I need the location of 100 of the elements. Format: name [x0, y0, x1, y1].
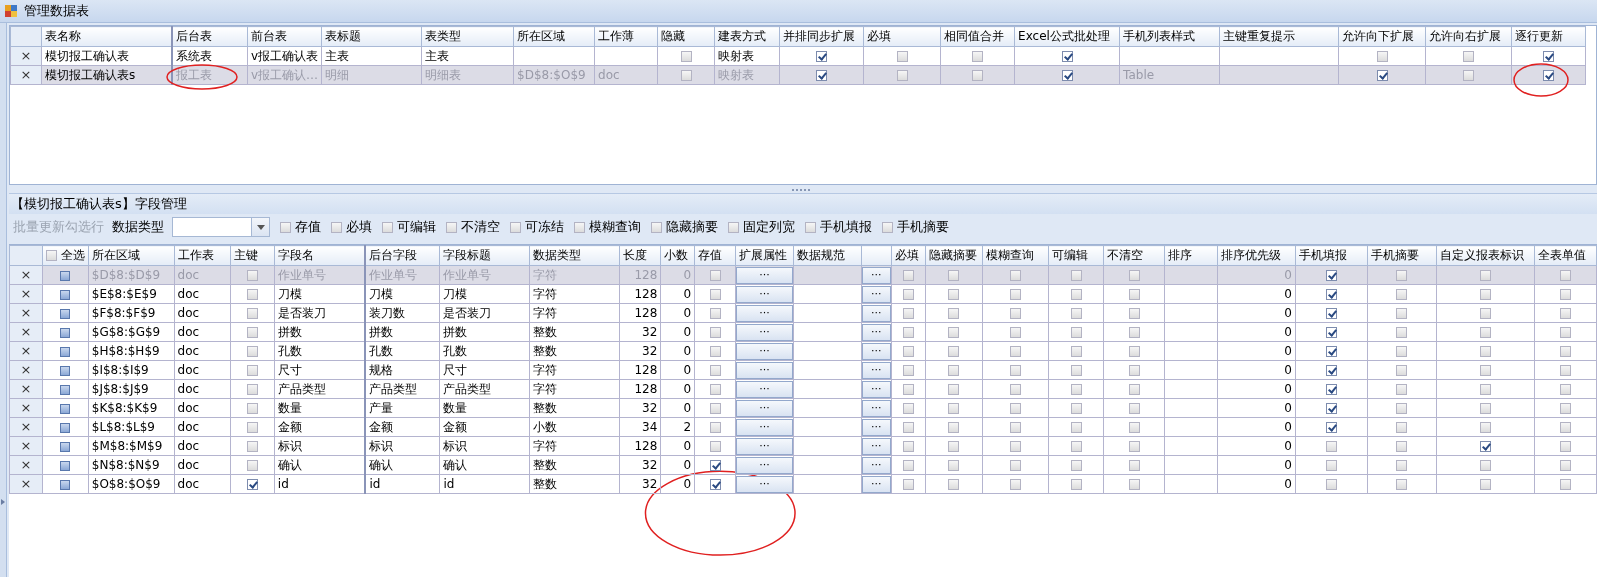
checkbox[interactable]: [1009, 422, 1021, 433]
checkbox[interactable]: [896, 51, 908, 62]
checkbox[interactable]: [1070, 403, 1082, 414]
checkbox[interactable]: [1396, 308, 1408, 319]
checkbox[interactable]: [1325, 327, 1337, 338]
checkbox[interactable]: [1396, 346, 1408, 357]
checkbox[interactable]: [247, 365, 258, 376]
checkbox[interactable]: [948, 346, 960, 357]
checkbox[interactable]: [709, 289, 721, 300]
checkbox[interactable]: [1009, 365, 1021, 376]
checkbox[interactable]: [903, 441, 915, 452]
checkbox[interactable]: [1396, 460, 1408, 471]
column-header[interactable]: 隐藏摘要: [925, 245, 983, 266]
checkbox[interactable]: [1560, 327, 1571, 338]
checkbox[interactable]: [1480, 270, 1492, 281]
checkbox[interactable]: [60, 365, 71, 376]
column-header[interactable]: 逐行更新: [1511, 26, 1586, 47]
checkbox[interactable]: 不清空: [446, 218, 500, 236]
checkbox[interactable]: [903, 384, 915, 395]
checkbox[interactable]: [247, 270, 258, 281]
column-header[interactable]: 所在区域: [88, 245, 175, 266]
ellipsis-button[interactable]: ···: [736, 437, 793, 455]
checkbox[interactable]: [1070, 460, 1082, 471]
ellipsis-button[interactable]: ···: [736, 399, 793, 417]
checkbox[interactable]: [1128, 441, 1140, 452]
checkbox[interactable]: [1070, 441, 1082, 452]
checkbox[interactable]: [1325, 308, 1337, 319]
checkbox[interactable]: 可编辑: [382, 218, 436, 236]
ellipsis-button[interactable]: ···: [862, 456, 891, 474]
ellipsis-button[interactable]: ···: [862, 437, 891, 455]
checkbox[interactable]: [948, 308, 960, 319]
checkbox[interactable]: [709, 308, 721, 319]
column-header[interactable]: 不清空: [1103, 245, 1165, 266]
checkbox[interactable]: [1480, 479, 1492, 490]
column-header[interactable]: 可编辑: [1048, 245, 1104, 266]
checkbox[interactable]: [1070, 289, 1082, 300]
checkbox[interactable]: [60, 308, 71, 319]
checkbox[interactable]: [1325, 422, 1337, 433]
checkbox[interactable]: [903, 365, 915, 376]
checkbox[interactable]: [60, 422, 71, 433]
checkbox[interactable]: [1560, 270, 1571, 281]
checkbox[interactable]: [1480, 403, 1492, 414]
checkbox[interactable]: [903, 422, 915, 433]
checkbox[interactable]: [1070, 422, 1082, 433]
column-header[interactable]: 允许向右扩展: [1425, 26, 1512, 47]
ellipsis-button[interactable]: ···: [862, 285, 891, 303]
checkbox[interactable]: [1376, 70, 1388, 81]
checkbox[interactable]: [1480, 384, 1492, 395]
column-header[interactable]: 表类型: [421, 26, 514, 47]
checkbox[interactable]: [247, 460, 258, 471]
checkbox[interactable]: [903, 479, 915, 490]
ellipsis-button[interactable]: ···: [736, 418, 793, 436]
ellipsis-button[interactable]: ···: [862, 323, 891, 341]
checkbox[interactable]: [1463, 51, 1475, 62]
column-header[interactable]: 相同值合并: [940, 26, 1015, 47]
checkbox[interactable]: [680, 70, 692, 81]
checkbox[interactable]: [1325, 441, 1337, 452]
checkbox[interactable]: [1009, 327, 1021, 338]
ellipsis-button[interactable]: ···: [862, 399, 891, 417]
ellipsis-button[interactable]: ···: [862, 266, 891, 284]
checkbox[interactable]: [1009, 441, 1021, 452]
ellipsis-button[interactable]: ···: [862, 380, 891, 398]
checkbox[interactable]: [1325, 403, 1337, 414]
column-header[interactable]: 允许向下扩展: [1338, 26, 1426, 47]
column-header[interactable]: 工作薄: [594, 26, 658, 47]
checkbox[interactable]: [1128, 346, 1140, 357]
dropdown-field[interactable]: [172, 217, 270, 237]
checkbox[interactable]: [247, 403, 258, 414]
checkbox[interactable]: [1560, 479, 1571, 490]
checkbox[interactable]: [903, 308, 915, 319]
ellipsis-button[interactable]: ···: [736, 285, 793, 303]
checkbox[interactable]: [1560, 308, 1571, 319]
checkbox[interactable]: [247, 346, 258, 357]
checkbox[interactable]: [709, 460, 721, 471]
column-header[interactable]: 排序优先级: [1217, 245, 1296, 266]
column-header[interactable]: 数据规范: [793, 245, 862, 266]
checkbox[interactable]: [972, 51, 984, 62]
column-header[interactable]: 全表单值: [1534, 245, 1597, 266]
checkbox[interactable]: [1061, 51, 1073, 62]
checkbox[interactable]: [709, 441, 721, 452]
checkbox[interactable]: [1325, 270, 1337, 281]
checkbox[interactable]: 必填: [331, 218, 372, 236]
checkbox[interactable]: [1009, 403, 1021, 414]
checkbox[interactable]: [1128, 270, 1140, 281]
checkbox[interactable]: [1480, 308, 1492, 319]
checkbox[interactable]: [816, 70, 828, 81]
checkbox[interactable]: [247, 479, 258, 490]
checkbox[interactable]: [60, 384, 71, 395]
checkbox[interactable]: [1480, 422, 1492, 433]
column-header[interactable]: 主键重复提示: [1219, 26, 1339, 47]
checkbox[interactable]: [1128, 460, 1140, 471]
ellipsis-button[interactable]: ···: [862, 342, 891, 360]
checkbox[interactable]: [1325, 365, 1337, 376]
column-header[interactable]: 后台字段: [365, 245, 440, 266]
checkbox[interactable]: [1463, 70, 1475, 81]
checkbox[interactable]: [60, 403, 71, 414]
checkbox[interactable]: [948, 422, 960, 433]
checkbox[interactable]: [247, 441, 258, 452]
checkbox[interactable]: [1560, 365, 1571, 376]
checkbox[interactable]: [60, 346, 71, 357]
